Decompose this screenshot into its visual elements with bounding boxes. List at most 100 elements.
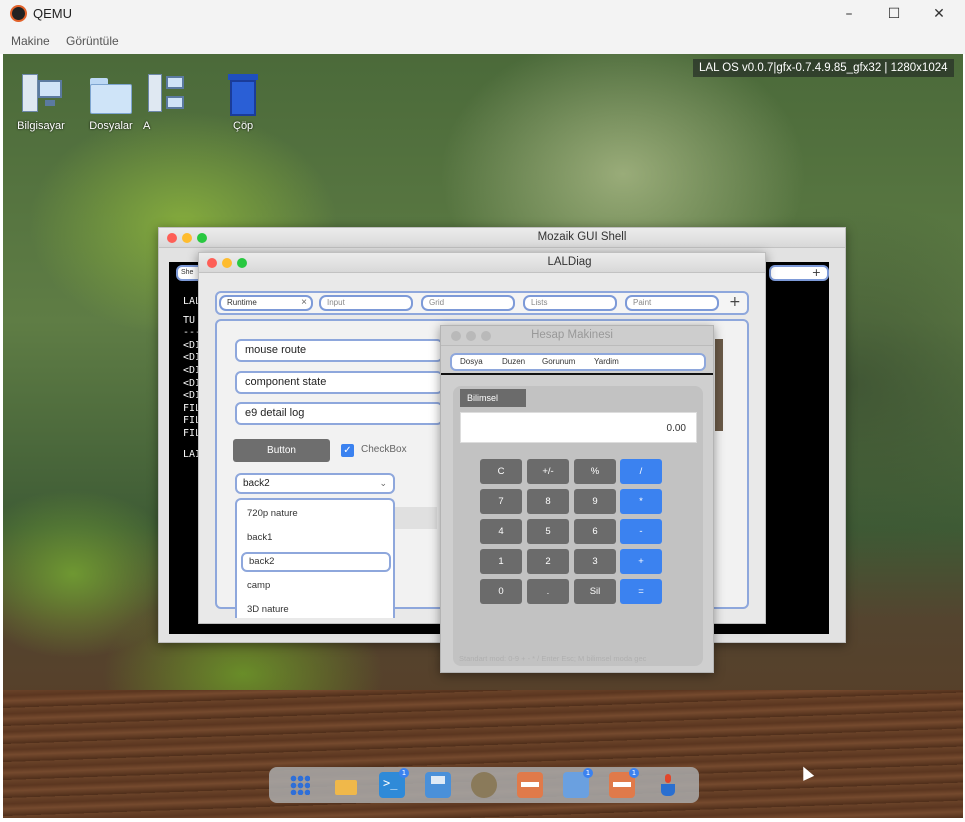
mode-tab-bilimsel[interactable]: Bilimsel	[460, 389, 526, 407]
calc-key[interactable]: +/-	[527, 459, 569, 484]
save-editor-icon[interactable]	[425, 772, 451, 798]
folder-icon[interactable]	[333, 772, 359, 798]
menu-goruntule[interactable]: Görüntüle	[66, 34, 119, 48]
calculator-body: Bilimsel 0.00 C +/-%/ 7 8 9 * 4 5 6- 1 2 3 +0. Sil = S…	[453, 386, 703, 666]
desktop-icon-label: Dosyalar	[89, 120, 133, 132]
system-tool-icon[interactable]: 1	[609, 768, 639, 798]
file-manager-icon[interactable]: 1	[563, 768, 593, 798]
host-titlebar: QEMU – ☐ ✕	[0, 0, 965, 28]
calc-key[interactable]: 0	[480, 579, 522, 604]
background-dropdown: 720p nature back1 back2 camp 3D nature	[235, 498, 395, 618]
e9-detail-log-field[interactable]: e9 detail log	[235, 402, 443, 425]
menu-duzen[interactable]: Duzen	[502, 357, 525, 366]
calc-key[interactable]: Sil	[574, 579, 616, 604]
add-tab-button[interactable]: +	[729, 293, 741, 312]
calc-key[interactable]: /	[620, 459, 662, 484]
host-menubar: Makine Görüntüle	[0, 28, 965, 54]
calc-key[interactable]: C	[480, 459, 522, 484]
tab-runtime[interactable]: Runtime ×	[219, 295, 313, 311]
calc-key[interactable]: %	[574, 459, 616, 484]
desktop-icon-label: A	[143, 120, 151, 132]
calculator-window[interactable]: Hesap Makinesi Dosya Duzen Gorunum Yardi…	[440, 325, 714, 673]
calc-key[interactable]: +	[620, 549, 662, 574]
panel-strip	[393, 507, 437, 529]
zoom-dot-icon[interactable]	[237, 258, 247, 268]
desktop-icon-trash[interactable]: Çöp	[213, 72, 273, 132]
network-icon	[142, 72, 188, 118]
desktop-icon-label: Çöp	[233, 120, 254, 132]
demo-button[interactable]: Button	[233, 439, 330, 462]
calculator-title: Hesap Makinesi	[531, 329, 613, 341]
chevron-down-icon: ⌄	[379, 478, 387, 488]
calc-key[interactable]: 7	[480, 489, 522, 514]
gallery-icon[interactable]	[471, 772, 497, 798]
os-info-label: LAL OS v0.0.7|gfx-0.7.4.9.85_gfx32 | 128…	[693, 59, 954, 77]
menu-yardim[interactable]: Yardim	[594, 357, 619, 366]
calc-key[interactable]: 8	[527, 489, 569, 514]
menu-makine[interactable]: Makine	[11, 34, 50, 48]
laldiag-tabbar: Runtime × Input Grid Lists Paint +	[215, 291, 749, 315]
calc-key[interactable]: -	[620, 519, 662, 544]
calculator-hint: Standart mod: 0-9 + - * / Enter Esc; M b…	[459, 654, 647, 663]
terminal-icon[interactable]: >_ 1	[379, 768, 409, 798]
select-value: back2	[243, 478, 270, 489]
checkbox-label: CheckBox	[361, 444, 407, 455]
menu-dosya[interactable]: Dosya	[460, 357, 483, 366]
calc-key[interactable]: 2	[527, 549, 569, 574]
calc-key[interactable]: =	[620, 579, 662, 604]
calc-key[interactable]: 3	[574, 549, 616, 574]
zoom-dot-icon[interactable]	[197, 233, 207, 243]
desktop-icon-label: Bilgisayar	[17, 120, 65, 132]
component-state-field[interactable]: component state	[235, 371, 443, 394]
tab-paint[interactable]: Paint	[625, 295, 719, 311]
dropdown-option[interactable]: 3D nature	[241, 600, 391, 618]
shell-add-tab-button[interactable]: +	[769, 265, 829, 281]
dropdown-option[interactable]: camp	[241, 576, 391, 596]
close-button[interactable]: ✕	[928, 4, 950, 24]
checkbox-icon[interactable]: ✓	[341, 444, 354, 457]
desktop-icon-files[interactable]: Dosyalar	[81, 72, 141, 132]
laldiag-title: LALDiag	[547, 256, 592, 268]
background-select[interactable]: back2 ⌄	[235, 473, 395, 494]
maximize-button[interactable]: ☐	[883, 4, 905, 24]
image-preview-edge	[715, 339, 723, 431]
calc-key[interactable]: 6	[574, 519, 616, 544]
dropdown-option[interactable]: back1	[241, 528, 391, 548]
calc-key[interactable]: 5	[527, 519, 569, 544]
calculator-titlebar[interactable]: Hesap Makinesi	[441, 326, 713, 346]
shell-title: Mozaik GUI Shell	[537, 231, 627, 243]
menu-divider	[441, 373, 713, 375]
laldiag-titlebar[interactable]: LALDiag	[199, 253, 765, 273]
tab-input[interactable]: Input	[319, 295, 413, 311]
tab-lists[interactable]: Lists	[523, 295, 617, 311]
minimize-dot-icon[interactable]	[182, 233, 192, 243]
calc-key[interactable]: 1	[480, 549, 522, 574]
desktop-icon-network[interactable]: A	[135, 72, 195, 132]
tab-grid[interactable]: Grid	[421, 295, 515, 311]
calc-key[interactable]: .	[527, 579, 569, 604]
dropdown-option-selected[interactable]: back2	[241, 552, 391, 572]
trash-icon	[220, 72, 266, 118]
shell-titlebar[interactable]: Mozaik GUI Shell	[159, 228, 845, 248]
java-icon[interactable]	[655, 772, 681, 798]
close-dot-icon[interactable]	[167, 233, 177, 243]
tab-label: Runtime	[227, 298, 257, 307]
notification-badge: 1	[629, 768, 639, 778]
desktop-icon-computer[interactable]: Bilgisayar	[11, 72, 71, 132]
calc-key[interactable]: 9	[574, 489, 616, 514]
system-tool-icon[interactable]	[517, 772, 543, 798]
calculator-menubar: Dosya Duzen Gorunum Yardim	[450, 353, 706, 371]
minimize-button[interactable]: –	[838, 4, 860, 24]
dock: >_ 1 1 1	[269, 767, 699, 803]
calculator-display: 0.00	[460, 412, 697, 443]
calc-key[interactable]: 4	[480, 519, 522, 544]
calc-key[interactable]: *	[620, 489, 662, 514]
close-dot-icon[interactable]	[207, 258, 217, 268]
apps-grid-icon[interactable]	[287, 772, 313, 798]
tab-close-icon[interactable]: ×	[301, 297, 307, 309]
minimize-dot-icon[interactable]	[222, 258, 232, 268]
menu-gorunum[interactable]: Gorunum	[542, 357, 575, 366]
dropdown-option[interactable]: 720p nature	[241, 504, 391, 524]
mouse-route-field[interactable]: mouse route	[235, 339, 443, 362]
guest-desktop[interactable]: LAL OS v0.0.7|gfx-0.7.4.9.85_gfx32 | 128…	[3, 54, 963, 818]
